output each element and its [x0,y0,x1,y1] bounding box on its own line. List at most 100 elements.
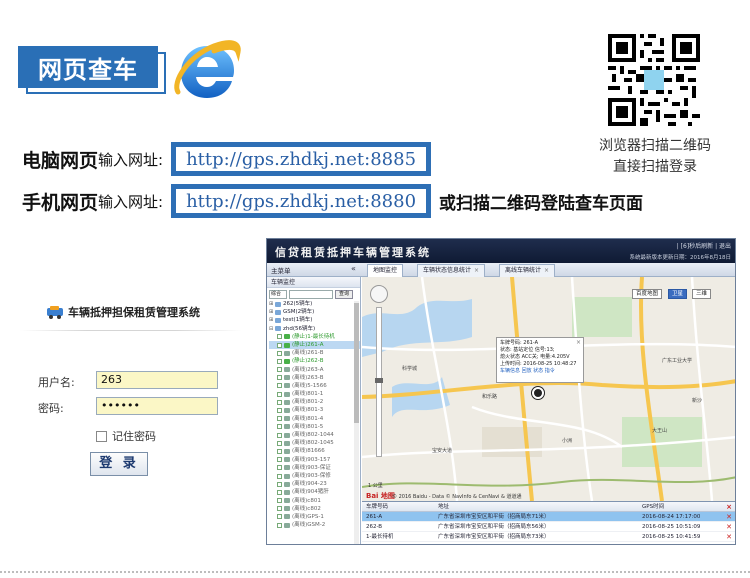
tree-vehicle[interactable]: (离线)903-保修 [269,472,360,480]
vehicle-marker-icon[interactable] [532,387,544,399]
tree-group[interactable]: ⊞ 262(5辆车) [269,300,360,308]
table-row[interactable]: 1-最长待机 广东省深圳市宝安区和平街（招商局东73米） 2016-08-25 10… [362,532,735,542]
tree-vehicle[interactable]: (离线)802-1045 [269,439,360,447]
remove-row-icon[interactable]: ✕ [726,522,732,532]
tree-vehicle[interactable]: (离线)GPS-1 [269,513,360,521]
vehicle-info-popup: × 车牌号码: 261-A 状态: 基站定位 信号:13; 熄火状态 ACC关;… [496,337,584,383]
pc-address-row: 电脑网页 输入网址: http://gps.zhdkj.net:8885 [22,142,432,176]
app-header-links[interactable]: | [6]秒后刷新 | 退出 [677,241,731,250]
vehicle-checkbox[interactable] [277,334,282,340]
vehicle-checkbox[interactable] [277,350,282,356]
tree-vehicle[interactable]: (离线)GSM-2 [269,521,360,529]
username-field[interactable]: 263 [96,371,218,389]
vehicle-checkbox[interactable] [277,514,282,520]
close-icon[interactable]: × [726,502,732,512]
sidebar-scrollbar[interactable] [354,301,359,544]
map-label: 科学城 [402,366,418,372]
vehicle-checkbox[interactable] [277,383,282,389]
tree-vehicle[interactable]: (离线)904猪肝 [269,488,360,496]
vehicle-checkbox[interactable] [277,432,282,438]
tree-vehicle[interactable]: (离线)c802 [269,505,360,513]
table-row[interactable]: 261-A 广东省深圳市宝安区和平街（招商局东71米） 2016-08-24 17:… [362,512,735,522]
tree-group[interactable]: ⊟ zhd(56辆车) [269,325,360,333]
tree-group[interactable]: ⊞ test(1辆车) [269,316,360,324]
tree-vehicle[interactable]: (离线)801-1 [269,390,360,398]
vehicle-checkbox[interactable] [277,506,282,512]
vehicle-checkbox[interactable] [277,408,282,414]
vehicle-checkbox[interactable] [277,367,282,373]
baidu-logo: Bai 地图 [366,492,395,500]
password-field[interactable]: •••••• [96,397,218,415]
tree-vehicle[interactable]: (离线)801-3 [269,406,360,414]
col-plate: 车牌号码 [366,504,389,510]
vehicle-checkbox[interactable] [277,440,282,446]
cell-address: 广东省深圳市宝安区和平街（招商局东56米） [438,524,550,530]
tree-vehicle[interactable]: (离线)802-1044 [269,431,360,439]
tree-vehicle[interactable]: (离线)c801 [269,497,360,505]
tree-vehicle[interactable]: (离线)801-5 [269,423,360,431]
tree-vehicle[interactable]: (离线)81666 [269,447,360,455]
search-button[interactable]: 查询 [335,289,353,299]
table-row[interactable]: 262-B 广东省深圳市宝安区和平街（招商局东56米） 2016-08-25 10:… [362,522,735,532]
map-view[interactable]: 百度地图 卫星 三维 科学城 和乐路 广东工业大学 大王山 小洲 新沙 宝安大道… [362,277,735,501]
vehicle-checkbox[interactable] [277,424,282,430]
map-type-baidu[interactable]: 百度地图 [632,289,663,299]
vehicle-checkbox[interactable] [277,498,282,504]
zoom-knob[interactable] [375,378,383,383]
tree-label: zhd(56辆车) [283,325,316,332]
vehicle-checkbox[interactable] [277,465,282,471]
tree-vehicle[interactable]: (离线)263-A [269,366,360,374]
map-zoom-slider[interactable] [375,307,383,457]
vehicle-checkbox[interactable] [277,375,282,381]
remove-row-icon[interactable]: ✕ [726,512,732,522]
vehicle-checkbox[interactable] [277,473,282,479]
collapse-sidebar-button[interactable]: « [351,264,356,273]
tab-offline-stats[interactable]: 离线车辆统计 × [499,264,556,277]
car-icon [284,473,290,479]
login-button[interactable]: 登 录 [90,452,148,476]
vehicle-checkbox[interactable] [277,358,282,364]
remove-row-icon[interactable]: ✕ [726,532,732,542]
tree-vehicle[interactable]: (离线)903-157 [269,456,360,464]
vehicle-checkbox[interactable] [277,489,282,495]
scrollbar-thumb[interactable] [354,303,359,423]
remember-checkbox[interactable] [96,430,107,442]
vehicle-checkbox[interactable] [277,416,282,422]
mobile-url-link[interactable]: http://gps.zhdkj.net:8880 [171,184,432,218]
tree-vehicle[interactable]: (离线)801-4 [269,415,360,423]
tab-vehicle-stats[interactable]: 车辆状态信息统计 × [417,264,486,277]
login-divider [20,330,242,331]
vehicle-checkbox[interactable] [277,457,282,463]
vehicle-search-input[interactable] [289,289,333,299]
tree-vehicle[interactable]: (静止)1-最长待机 [269,333,360,341]
map-pan-control[interactable] [370,285,388,303]
tree-vehicle[interactable]: (静止)262-B [269,357,360,365]
username-label: 用户名: [38,376,75,389]
filter-select[interactable]: 综合 [269,289,287,299]
popup-actions[interactable]: 车辆信息 回放 状态 指令 [500,368,580,375]
vehicle-checkbox[interactable] [277,522,282,528]
vehicle-checkbox[interactable] [277,342,282,348]
tree-vehicle[interactable]: (静止)261-A [269,340,360,350]
tree-group[interactable]: ⊞ GSM(2辆车) [269,308,360,316]
close-icon[interactable]: × [544,267,549,274]
tree-vehicle[interactable]: (离线)903-保证 [269,464,360,472]
close-icon[interactable]: × [474,267,479,274]
tree-label: (离线)801-4 [292,415,324,422]
tree-vehicle[interactable]: (离线)904-23 [269,480,360,488]
vehicle-checkbox[interactable] [277,448,282,454]
map-type-3d[interactable]: 三维 [692,289,712,299]
vehicle-checkbox[interactable] [277,481,282,487]
pc-url-link[interactable]: http://gps.zhdkj.net:8885 [171,142,432,176]
tree-vehicle[interactable]: (离线)5-1566 [269,382,360,390]
close-icon[interactable]: × [576,339,581,346]
map-label: 新沙 [692,398,703,404]
tree-vehicle[interactable]: (离线)801-2 [269,398,360,406]
map-type-satellite[interactable]: 卫星 [668,289,688,299]
vehicle-checkbox[interactable] [277,391,282,397]
remember-password[interactable]: 记住密码 [96,428,156,444]
tab-map-monitor[interactable]: 地图监控 [367,264,404,277]
vehicle-checkbox[interactable] [277,399,282,405]
tree-vehicle[interactable]: (离线)263-B [269,374,360,382]
tree-vehicle[interactable]: (离线)261-B [269,349,360,357]
